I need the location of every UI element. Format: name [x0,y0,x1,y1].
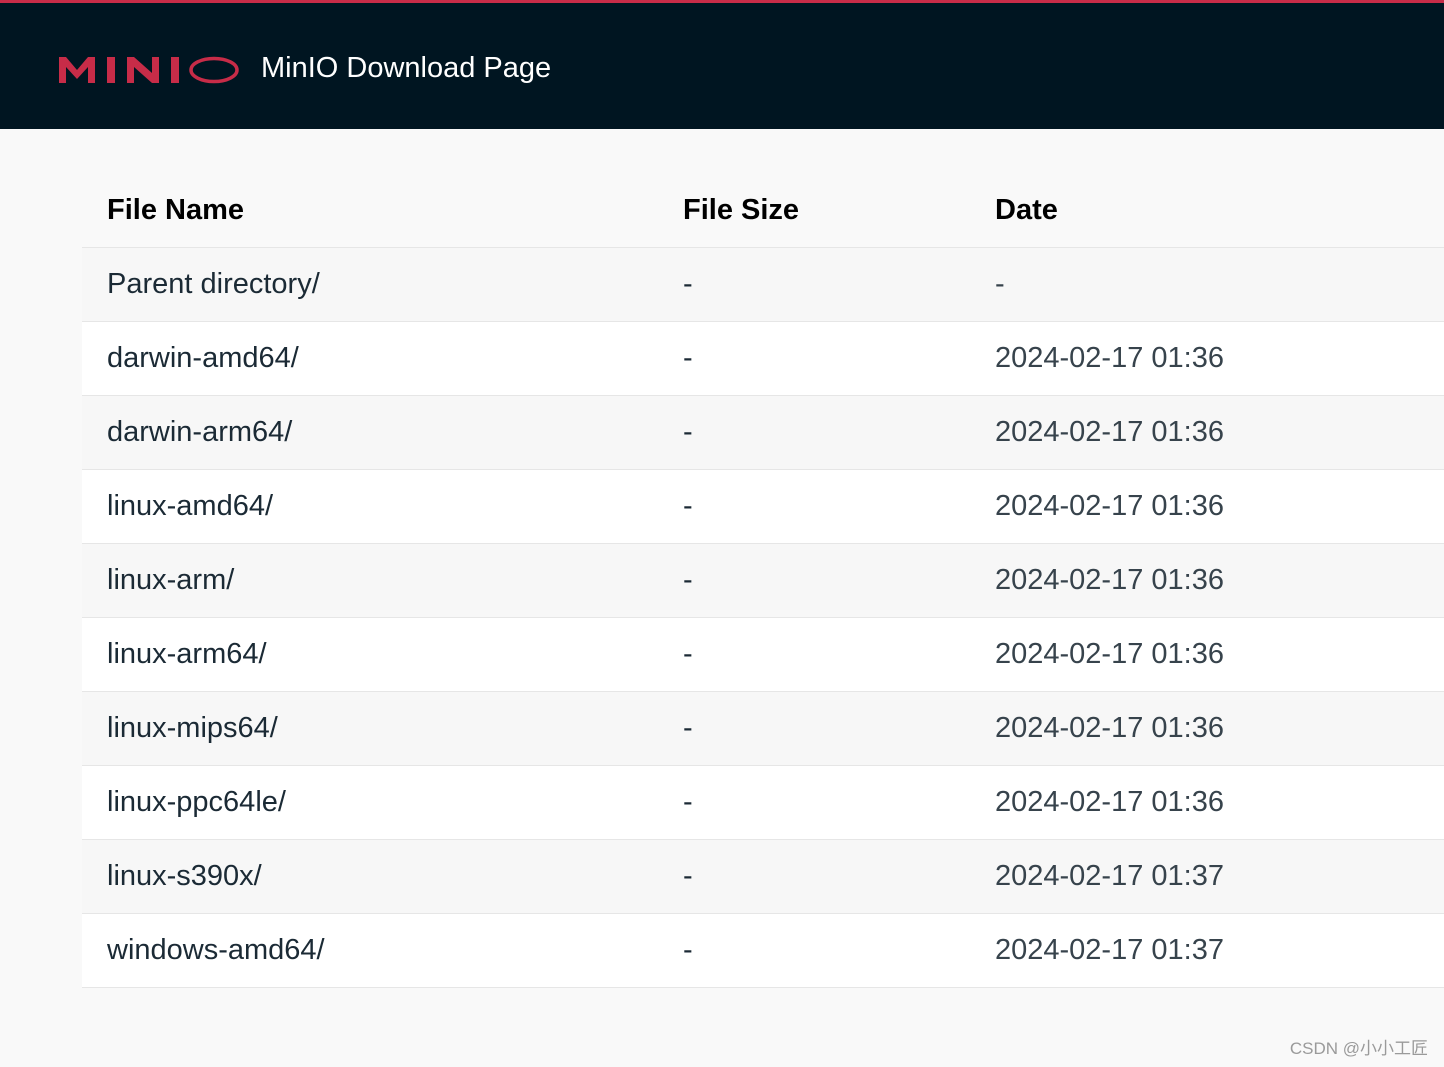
table-row: darwin-arm64/ -2024-02-17 01:36 [82,395,1444,470]
file-name-cell: Parent directory/ [82,247,658,322]
file-name-link[interactable]: linux-amd64/ [107,490,273,522]
page-title: MinIO Download Page [261,52,552,84]
date-cell: 2024-02-17 01:37 [970,913,1444,988]
file-name-link[interactable]: linux-s390x/ [107,860,262,892]
page-header: MinIO Download Page [0,0,1444,129]
file-name-link[interactable]: windows-amd64/ [107,934,325,966]
file-size-cell: - [658,765,970,840]
file-name-cell: linux-arm/ [82,543,658,618]
file-name-link[interactable]: darwin-amd64/ [107,342,299,374]
table-row: linux-ppc64le/ -2024-02-17 01:36 [82,765,1444,840]
table-row: linux-s390x/ -2024-02-17 01:37 [82,839,1444,914]
date-cell: 2024-02-17 01:36 [970,469,1444,544]
file-size-cell: - [658,543,970,618]
column-header-date[interactable]: Date [970,174,1444,248]
file-size-cell: - [658,913,970,988]
date-cell: 2024-02-17 01:36 [970,395,1444,470]
file-name-cell: linux-amd64/ [82,469,658,544]
watermark: CSDN @小小工匠 [1289,1039,1428,1058]
file-size-cell: - [658,839,970,914]
file-size-cell: - [658,469,970,544]
minio-logo[interactable] [59,53,241,85]
file-name-cell: windows-amd64/ [82,913,658,988]
file-name-cell: linux-ppc64le/ [82,765,658,840]
file-table: File Name File Size Date Parent director… [82,174,1444,988]
file-name-link[interactable]: linux-mips64/ [107,712,278,744]
date-cell: 2024-02-17 01:37 [970,839,1444,914]
date-cell: 2024-02-17 01:36 [970,617,1444,692]
file-name-link[interactable]: linux-ppc64le/ [107,786,286,818]
file-name-cell: darwin-amd64/ [82,321,658,396]
file-name-cell: darwin-arm64/ [82,395,658,470]
file-name-link[interactable]: linux-arm/ [107,564,234,596]
file-size-cell: - [658,617,970,692]
column-header-file-size[interactable]: File Size [658,174,970,248]
file-size-cell: - [658,395,970,470]
file-listing: File Name File Size Date Parent director… [82,174,1444,988]
table-row: linux-mips64/ -2024-02-17 01:36 [82,691,1444,766]
column-header-file-name[interactable]: File Name [82,174,658,248]
table-row: linux-arm64/ -2024-02-17 01:36 [82,617,1444,692]
table-row: linux-arm/ -2024-02-17 01:36 [82,543,1444,618]
date-cell: 2024-02-17 01:36 [970,765,1444,840]
file-size-cell: - [658,247,970,322]
date-cell: 2024-02-17 01:36 [970,691,1444,766]
table-row: linux-amd64/ -2024-02-17 01:36 [82,469,1444,544]
date-cell: 2024-02-17 01:36 [970,543,1444,618]
file-name-link[interactable]: darwin-arm64/ [107,416,292,448]
file-name-link[interactable]: linux-arm64/ [107,638,267,670]
file-size-cell: - [658,691,970,766]
file-name-link[interactable]: Parent directory/ [107,268,320,300]
table-row: windows-amd64/ -2024-02-17 01:37 [82,913,1444,988]
file-name-cell: linux-s390x/ [82,839,658,914]
date-cell: 2024-02-17 01:36 [970,321,1444,396]
file-name-cell: linux-mips64/ [82,691,658,766]
file-name-cell: linux-arm64/ [82,617,658,692]
date-cell: - [970,247,1444,322]
table-row: Parent directory/ - - [82,247,1444,322]
table-header-row: File Name File Size Date [82,174,1444,248]
file-size-cell: - [658,321,970,396]
table-row: darwin-amd64/ -2024-02-17 01:36 [82,321,1444,396]
